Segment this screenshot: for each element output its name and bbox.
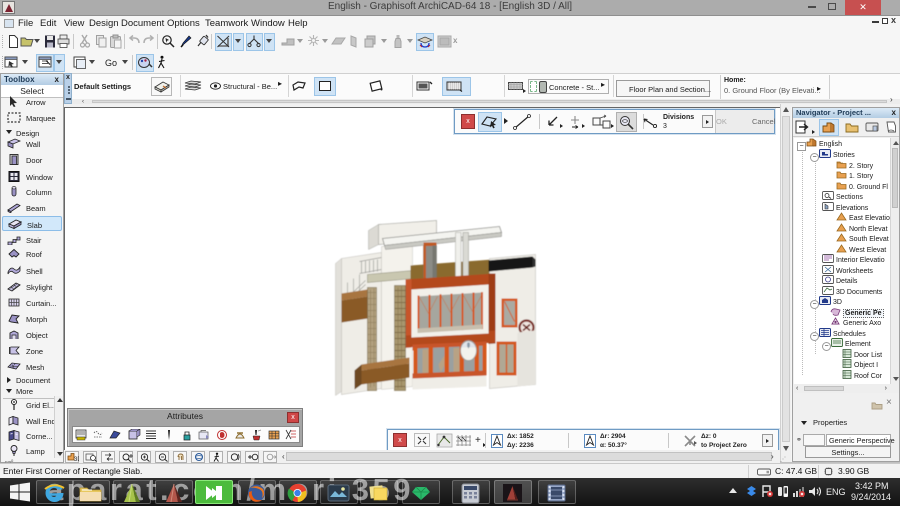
svg-text:3D: 3D: [74, 457, 79, 462]
